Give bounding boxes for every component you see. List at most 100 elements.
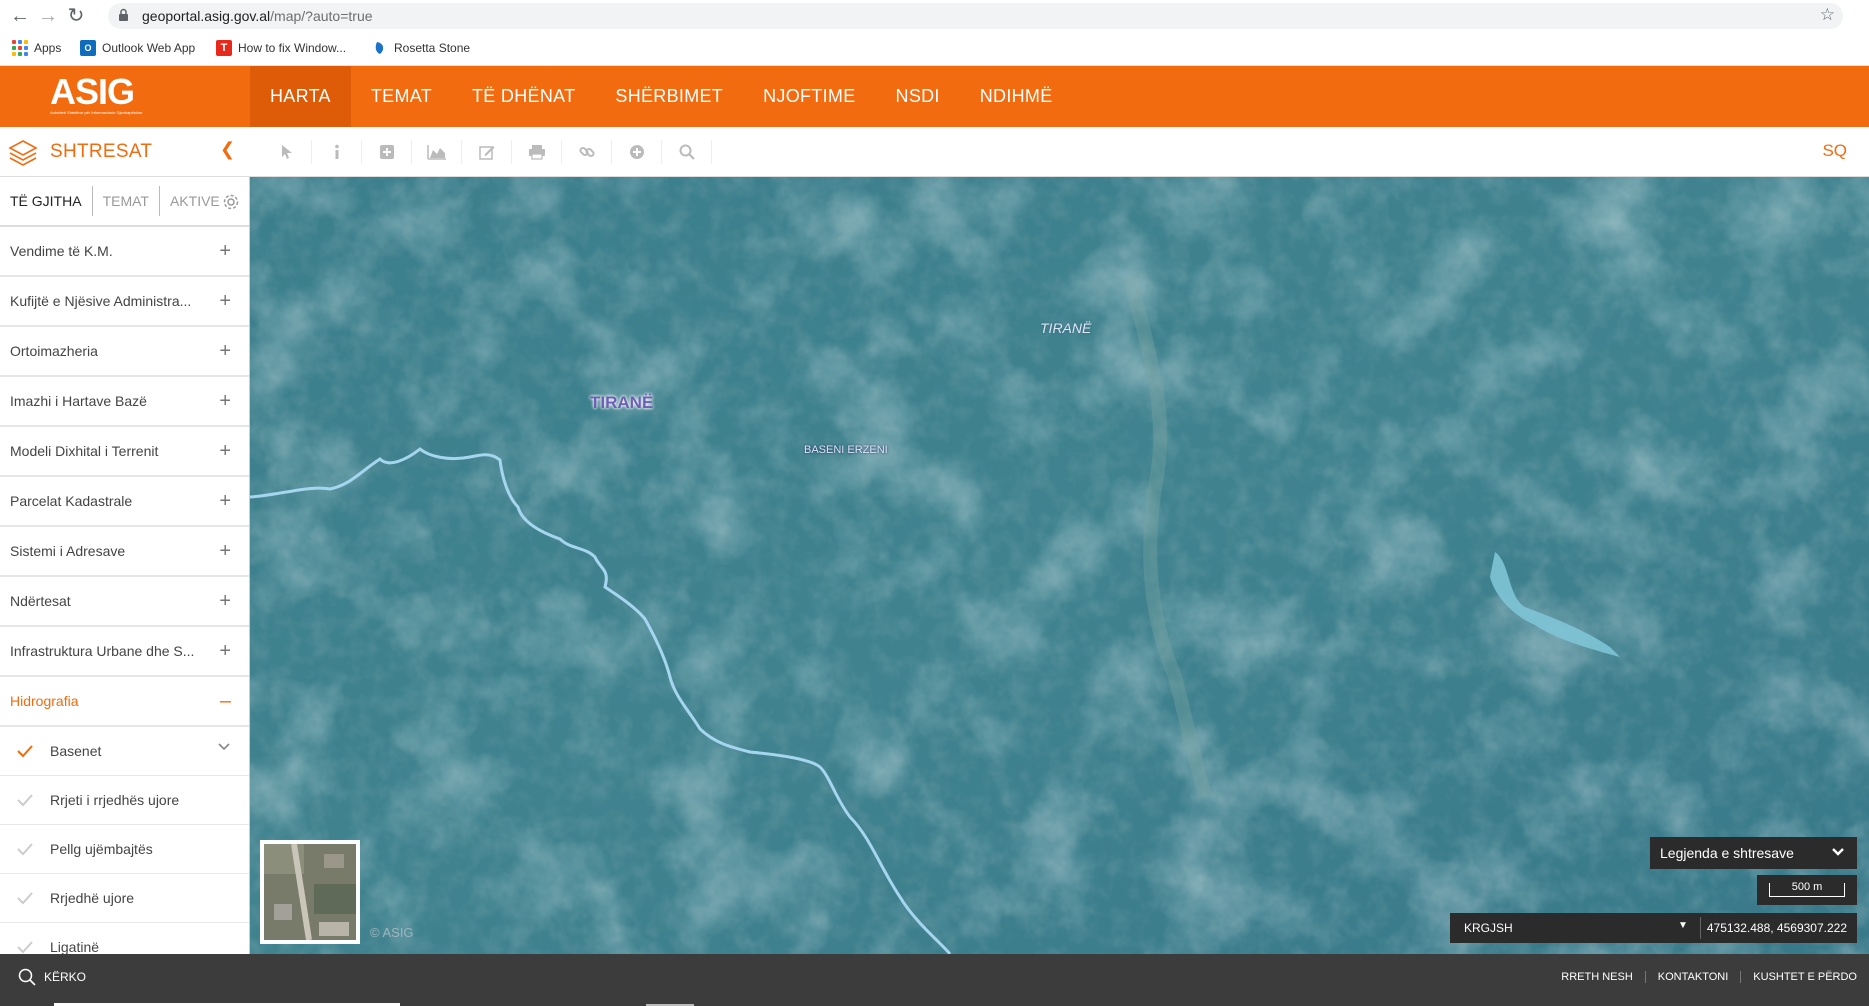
chevron-down-icon bbox=[1832, 848, 1844, 856]
layers-title-text: SHTRESAT bbox=[50, 141, 153, 162]
menu-sherbimet[interactable]: SHËRBIMET bbox=[595, 66, 743, 127]
t-icon: T bbox=[216, 40, 232, 56]
sublayer-label: Pellg ujëmbajtës bbox=[50, 841, 153, 857]
overview-thumbnail bbox=[264, 844, 356, 940]
legend-button[interactable]: Legjenda e shtresave bbox=[1650, 837, 1857, 869]
footer-search[interactable]: KËRKO bbox=[18, 968, 86, 986]
map-canvas[interactable]: TIRANË TIRANË BASENI ERZENI © ASIG Legje… bbox=[250, 177, 1869, 954]
footer-links: RRETH NESH KONTAKTONI KUSHTET E PËRDO bbox=[1549, 971, 1869, 983]
bookmark-apps[interactable]: Apps bbox=[12, 40, 61, 56]
bookmark-label: Outlook Web App bbox=[102, 41, 196, 55]
category-label: Kufijtë e Njësive Administra... bbox=[10, 293, 192, 309]
menu-harta[interactable]: HARTA bbox=[250, 66, 351, 127]
layers-panel-title: SHTRESAT bbox=[8, 138, 152, 166]
category-label: Sistemi i Adresave bbox=[10, 543, 126, 559]
menu-te-dhenat[interactable]: TË DHËNAT bbox=[452, 66, 595, 127]
category-hidrografia[interactable]: Hidrografia – bbox=[0, 677, 249, 727]
map-copyright: © ASIG bbox=[370, 925, 414, 940]
category-imazhi[interactable]: Imazhi i Hartave Bazë + bbox=[0, 377, 249, 427]
layers-sidebar: TË GJITHA TEMAT AKTIVE Vendime të K.M. + … bbox=[0, 177, 250, 954]
bookmarks-bar: Apps O Outlook Web App T How to fix Wind… bbox=[0, 36, 1869, 62]
gear-icon[interactable] bbox=[221, 192, 241, 212]
check-icon[interactable] bbox=[16, 940, 34, 954]
category-label: Parcelat Kadastrale bbox=[10, 493, 133, 509]
check-icon[interactable] bbox=[16, 793, 34, 807]
plus-icon: + bbox=[219, 539, 231, 562]
bookmark-outlook[interactable]: O Outlook Web App bbox=[80, 40, 195, 56]
profile-chart-icon[interactable] bbox=[412, 140, 462, 164]
rosetta-icon bbox=[375, 42, 384, 54]
check-icon[interactable] bbox=[16, 842, 34, 856]
zoom-icon[interactable] bbox=[662, 140, 712, 164]
tab-aktive[interactable]: AKTIVE bbox=[160, 186, 230, 216]
link-icon[interactable] bbox=[562, 140, 612, 164]
pointer-icon[interactable] bbox=[262, 140, 312, 164]
plus-icon: + bbox=[219, 489, 231, 512]
category-modeli[interactable]: Modeli Dixhital i Terrenit + bbox=[0, 427, 249, 477]
bookmark-how-to-fix[interactable]: T How to fix Window... bbox=[216, 40, 346, 56]
category-ortoimazheria[interactable]: Ortoimazheria + bbox=[0, 327, 249, 377]
plus-icon: + bbox=[219, 589, 231, 612]
plus-icon: + bbox=[219, 439, 231, 462]
coordinate-readout: KRGJSH ▼ 475132.488, 4569307.222 bbox=[1450, 913, 1857, 943]
category-label: Hidrografia bbox=[10, 693, 79, 709]
apps-grid-icon bbox=[12, 40, 28, 56]
plus-icon: + bbox=[219, 639, 231, 662]
scale-bar: 500 m bbox=[1757, 875, 1857, 905]
sublayer-label: Basenet bbox=[50, 743, 102, 759]
sublayer-pellg[interactable]: Pellg ujëmbajtës bbox=[0, 825, 249, 874]
back-icon[interactable]: ← bbox=[6, 4, 34, 28]
menu-temat[interactable]: TEMAT bbox=[351, 66, 452, 127]
plus-icon: + bbox=[219, 289, 231, 312]
footer-link-kushtet[interactable]: KUSHTET E PËRDO bbox=[1740, 971, 1869, 983]
category-label: Modeli Dixhital i Terrenit bbox=[10, 443, 159, 459]
divider bbox=[1700, 917, 1701, 939]
bookmark-star-icon[interactable]: ☆ bbox=[1820, 5, 1835, 25]
tab-te-gjitha[interactable]: TË GJITHA bbox=[0, 186, 93, 216]
language-switch[interactable]: SQ bbox=[1822, 141, 1847, 161]
info-icon[interactable] bbox=[312, 140, 362, 164]
layer-tabs: TË GJITHA TEMAT AKTIVE bbox=[0, 177, 249, 227]
location-icon[interactable] bbox=[612, 140, 662, 164]
address-bar[interactable]: geoportal.asig.gov.al/map/?auto=true ☆ bbox=[108, 3, 1843, 29]
category-parcelat[interactable]: Parcelat Kadastrale + bbox=[0, 477, 249, 527]
category-ndertesat[interactable]: Ndërtesat + bbox=[0, 577, 249, 627]
edit-icon[interactable] bbox=[462, 140, 512, 164]
menu-ndihme[interactable]: NDIHMË bbox=[960, 66, 1073, 127]
collapse-panel-icon[interactable]: ❮ bbox=[220, 139, 235, 160]
bookmark-label: How to fix Window... bbox=[238, 41, 347, 55]
chevron-down-icon[interactable] bbox=[217, 742, 231, 752]
plus-icon: + bbox=[219, 339, 231, 362]
print-icon[interactable] bbox=[512, 140, 562, 164]
overview-map[interactable] bbox=[260, 840, 360, 944]
footer-link-kontaktoni[interactable]: KONTAKTONI bbox=[1644, 971, 1741, 983]
reload-icon[interactable]: ↻ bbox=[62, 4, 90, 28]
forward-icon[interactable]: → bbox=[34, 4, 62, 28]
footer-link-rreth-nesh[interactable]: RRETH NESH bbox=[1549, 971, 1645, 983]
menu-nsdi[interactable]: NSDI bbox=[876, 66, 960, 127]
category-infrastruktura[interactable]: Infrastruktura Urbane dhe S... + bbox=[0, 627, 249, 677]
category-label: Ortoimazheria bbox=[10, 343, 98, 359]
menu-njoftime[interactable]: NJOFTIME bbox=[743, 66, 875, 127]
category-label: Ndërtesat bbox=[10, 593, 71, 609]
tool-buttons bbox=[262, 140, 712, 164]
browser-chrome: ← → ↻ geoportal.asig.gov.al/map/?auto=tr… bbox=[0, 0, 1869, 66]
crs-select[interactable]: KRGJSH bbox=[1464, 921, 1513, 935]
check-icon[interactable] bbox=[16, 744, 34, 758]
minus-icon: – bbox=[219, 689, 231, 712]
dropdown-arrow-icon[interactable]: ▼ bbox=[1678, 920, 1688, 931]
sublayer-basenet[interactable]: Basenet bbox=[0, 727, 249, 776]
check-icon[interactable] bbox=[16, 891, 34, 905]
tab-temat[interactable]: TEMAT bbox=[93, 186, 160, 216]
category-sistemi[interactable]: Sistemi i Adresave + bbox=[0, 527, 249, 577]
bookmark-label: Rosetta Stone bbox=[394, 41, 471, 55]
category-kufijte[interactable]: Kufijtë e Njësive Administra... + bbox=[0, 277, 249, 327]
sublayer-rrjeti[interactable]: Rrjeti i rrjedhës ujore bbox=[0, 776, 249, 825]
sublayer-ligatine[interactable]: Ligatinë bbox=[0, 923, 249, 954]
asig-logo[interactable]: ASIG Autoriteti Shtetëror për Informacio… bbox=[50, 74, 160, 120]
bookmark-rosetta[interactable]: Rosetta Stone bbox=[372, 40, 470, 56]
satellite-imagery bbox=[250, 177, 1869, 954]
sublayer-rrjedhe[interactable]: Rrjedhë ujore bbox=[0, 874, 249, 923]
add-icon[interactable] bbox=[362, 140, 412, 164]
category-vendime[interactable]: Vendime të K.M. + bbox=[0, 227, 249, 277]
